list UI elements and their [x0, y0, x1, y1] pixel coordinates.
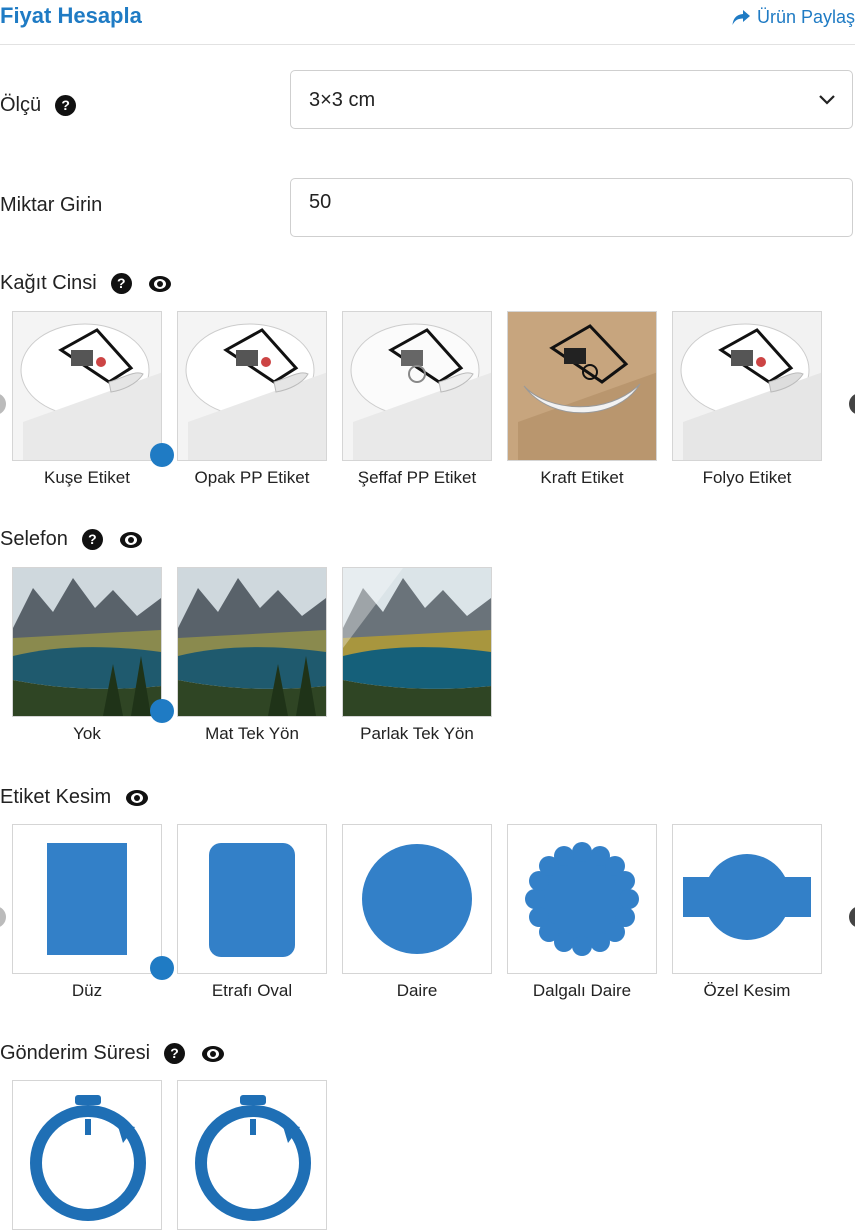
- sticker-image: [672, 311, 822, 461]
- header: Fiyat Hesapla Ürün Paylaş: [0, 0, 855, 45]
- shipping-label-row: Gönderim Süresi ?: [0, 1042, 225, 1065]
- rectangle-shape-icon: [12, 824, 162, 974]
- help-icon[interactable]: ?: [164, 1043, 186, 1064]
- rounded-rectangle-shape-icon: [177, 824, 327, 974]
- cut-next-arrow[interactable]: [849, 906, 855, 928]
- page-title: Fiyat Hesapla: [0, 3, 142, 28]
- cut-label-row: Etiket Kesim: [0, 786, 149, 809]
- eye-icon[interactable]: [119, 530, 143, 550]
- wavy-circle-shape-icon: [507, 824, 657, 974]
- size-select[interactable]: 3×3 cm: [290, 70, 853, 129]
- sticker-image: [12, 311, 162, 461]
- circle-shape-icon: [342, 824, 492, 974]
- cut-option-label: Etrafı Oval: [211, 981, 293, 1000]
- laminate-option-parlak[interactable]: Parlak Tek Yön: [342, 567, 492, 744]
- cut-prev-arrow[interactable]: [0, 906, 6, 928]
- cut-option-label: Özel Kesim: [703, 981, 791, 1000]
- paper-label-row: Kağıt Cinsi ?: [0, 272, 172, 295]
- laminate-option-mat[interactable]: Mat Tek Yön: [177, 567, 327, 744]
- size-label: Ölçü: [0, 94, 42, 116]
- size-label-row: Ölçü ?: [0, 94, 77, 117]
- landscape-image: [12, 567, 162, 717]
- quantity-input[interactable]: 50: [290, 178, 853, 237]
- laminate-option-label: Mat Tek Yön: [205, 724, 299, 743]
- paper-prev-arrow[interactable]: [0, 393, 6, 415]
- help-icon[interactable]: ?: [81, 529, 103, 550]
- laminate-option-label: Yok: [73, 724, 101, 743]
- paper-option-opak-pp[interactable]: Opak PP Etiket: [177, 311, 327, 488]
- paper-option-label: Kraft Etiket: [540, 468, 624, 487]
- stopwatch-icon: [12, 1080, 162, 1230]
- paper-option-seffaf-pp[interactable]: Şeffaf PP Etiket: [342, 311, 492, 488]
- laminate-label-row: Selefon ?: [0, 528, 143, 551]
- shipping-option-1[interactable]: [12, 1080, 162, 1230]
- cut-option-label: Düz: [71, 981, 103, 1000]
- landscape-image: [177, 567, 327, 717]
- cut-label: Etiket Kesim: [0, 786, 112, 808]
- quantity-value: 50: [309, 191, 332, 213]
- paper-label: Kağıt Cinsi: [0, 272, 97, 294]
- laminate-option-label: Parlak Tek Yön: [360, 724, 474, 743]
- shipping-option-2[interactable]: [177, 1080, 327, 1230]
- paper-option-folyo[interactable]: Folyo Etiket: [672, 311, 822, 488]
- cut-option-dalgali[interactable]: Dalgalı Daire: [507, 824, 657, 1001]
- quantity-label-row: Miktar Girin: [0, 194, 102, 217]
- paper-next-arrow[interactable]: [849, 393, 855, 415]
- shipping-label: Gönderim Süresi: [0, 1042, 151, 1064]
- paper-option-label: Kuşe Etiket: [44, 468, 130, 487]
- selected-indicator: [150, 699, 174, 723]
- cut-option-label: Daire: [396, 981, 438, 1000]
- cut-option-duz[interactable]: Düz: [12, 824, 174, 1001]
- eye-icon[interactable]: [148, 274, 172, 294]
- cut-option-ozel[interactable]: Özel Kesim: [672, 824, 822, 1001]
- stopwatch-icon: [177, 1080, 327, 1230]
- paper-option-kuse[interactable]: Kuşe Etiket: [12, 311, 174, 488]
- share-label: Ürün Paylaş: [756, 7, 855, 27]
- help-icon[interactable]: ?: [55, 95, 77, 116]
- cut-option-label: Dalgalı Daire: [532, 981, 632, 1000]
- custom-shape-icon: [672, 824, 822, 974]
- laminate-label: Selefon: [0, 528, 68, 550]
- landscape-image: [342, 567, 492, 717]
- quantity-label: Miktar Girin: [0, 194, 103, 216]
- eye-icon[interactable]: [125, 788, 149, 808]
- sticker-image: [342, 311, 492, 461]
- paper-option-label: Opak PP Etiket: [194, 468, 310, 487]
- eye-icon[interactable]: [201, 1044, 225, 1064]
- share-icon: [732, 9, 750, 25]
- selected-indicator: [150, 956, 174, 980]
- cut-option-daire[interactable]: Daire: [342, 824, 492, 1001]
- cut-option-oval[interactable]: Etrafı Oval: [177, 824, 327, 1001]
- paper-option-kraft[interactable]: Kraft Etiket: [507, 311, 657, 488]
- paper-option-label: Şeffaf PP Etiket: [357, 468, 477, 487]
- paper-option-label: Folyo Etiket: [702, 468, 792, 487]
- chevron-down-icon: [819, 95, 835, 105]
- help-icon[interactable]: ?: [110, 273, 132, 294]
- size-value: 3×3 cm: [309, 89, 376, 111]
- sticker-image: [177, 311, 327, 461]
- laminate-option-yok[interactable]: Yok: [12, 567, 174, 744]
- sticker-image: [507, 311, 657, 461]
- selected-indicator: [150, 443, 174, 467]
- share-product-link[interactable]: Ürün Paylaş: [731, 7, 855, 28]
